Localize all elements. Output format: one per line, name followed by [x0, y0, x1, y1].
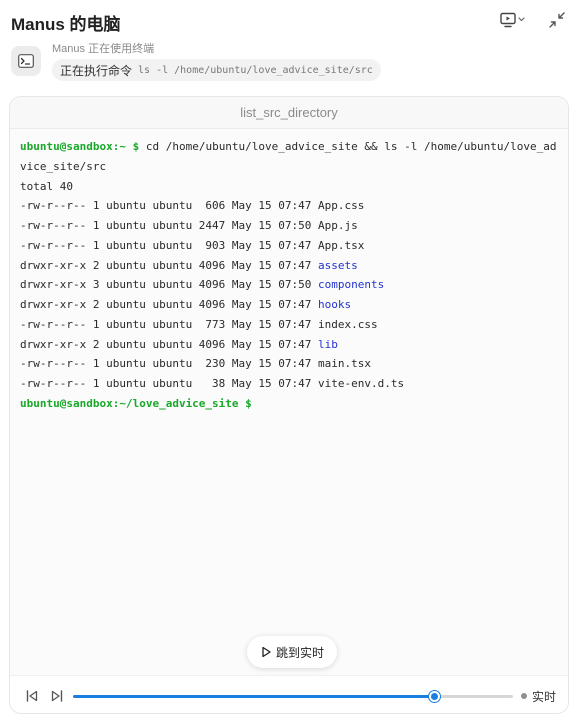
terminal-final-line: ubuntu@sandbox:~/love_advice_site $ — [20, 394, 558, 414]
jump-to-live-button[interactable]: 跳到实时 — [247, 636, 337, 668]
live-status: 实时 — [521, 688, 556, 704]
command-input-text: cd /home/ubuntu/love_advice_site && ls -… — [139, 140, 557, 153]
skip-back-button[interactable] — [24, 688, 40, 704]
screen-view-button[interactable] — [498, 10, 528, 30]
directory-name: hooks — [318, 298, 352, 311]
file-entry-row: -rw-r--r-- 1 ubuntu ubuntu 38 May 15 07:… — [20, 374, 558, 394]
file-name: App.tsx — [318, 238, 365, 252]
collapse-arrows-icon — [549, 12, 565, 28]
monitor-play-icon — [500, 12, 525, 28]
file-entry-row: drwxr-xr-x 2 ubuntu ubuntu 4096 May 15 0… — [20, 256, 558, 276]
file-name: App.css — [318, 199, 365, 213]
file-entry-meta: -rw-r--r-- 1 ubuntu ubuntu 606 May 15 07… — [20, 199, 319, 213]
panel-title: Manus 的电脑 — [11, 15, 121, 34]
file-entry-meta: drwxr-xr-x 2 ubuntu ubuntu 4096 May 15 0… — [20, 337, 319, 351]
skip-back-icon — [26, 690, 38, 702]
file-name: App.js — [318, 219, 358, 232]
playback-bar: 实时 — [10, 675, 568, 713]
jump-to-live-label: 跳到实时 — [275, 645, 324, 660]
directory-name: assets — [318, 258, 358, 272]
file-entry-meta: -rw-r--r-- 1 ubuntu ubuntu 773 May 15 07… — [20, 317, 319, 331]
file-name: vite-env.d.ts — [318, 377, 405, 390]
terminal-output[interactable]: ubuntu@sandbox:~ $ cd /home/ubuntu/love_… — [10, 129, 568, 414]
shell-prompt-cwd: ubuntu@sandbox:~/love_advice_site $ — [20, 396, 252, 410]
file-entry-meta: drwxr-xr-x 2 ubuntu ubuntu 4096 May 15 0… — [20, 258, 319, 272]
progress-thumb[interactable] — [428, 691, 440, 702]
file-name: main.tsx — [318, 357, 371, 371]
progress-fill — [73, 695, 434, 698]
file-entry-row: drwxr-xr-x 2 ubuntu ubuntu 4096 May 15 0… — [20, 335, 558, 355]
command-action-label: 正在执行命令 — [60, 63, 133, 78]
panel-header: Manus 的电脑 — [0, 0, 574, 40]
file-entry-row: -rw-r--r-- 1 ubuntu ubuntu 773 May 15 07… — [20, 315, 558, 335]
terminal-badge — [11, 46, 41, 76]
file-entry-meta: drwxr-xr-x 2 ubuntu ubuntu 4096 May 15 0… — [20, 298, 319, 311]
terminal-command-wrap: vice_site/src — [20, 159, 107, 173]
file-entry-row: drwxr-xr-x 2 ubuntu ubuntu 4096 May 15 0… — [20, 295, 558, 315]
file-listing: -rw-r--r-- 1 ubuntu ubuntu 606 May 15 07… — [20, 196, 558, 394]
live-status-label: 实时 — [532, 689, 557, 704]
terminal-total-line: total 40 — [20, 179, 73, 193]
command-pill[interactable]: 正在执行命令 ls -l /home/ubuntu/love_advice_si… — [52, 59, 381, 81]
file-entry-row: drwxr-xr-x 3 ubuntu ubuntu 4096 May 15 0… — [20, 275, 558, 295]
terminal-icon — [18, 54, 34, 68]
skip-forward-button[interactable] — [49, 688, 65, 704]
terminal-card: list_src_directory ubuntu@sandbox:~ $ cd… — [9, 96, 569, 714]
terminal-title: list_src_directory — [10, 97, 568, 129]
file-entry-row: -rw-r--r-- 1 ubuntu ubuntu 230 May 15 07… — [20, 354, 558, 374]
file-entry-meta: -rw-r--r-- 1 ubuntu ubuntu 38 May 15 07:… — [20, 377, 319, 390]
collapse-button[interactable] — [546, 10, 568, 30]
skip-forward-icon — [51, 690, 63, 702]
file-entry-meta: drwxr-xr-x 3 ubuntu ubuntu 4096 May 15 0… — [20, 278, 319, 292]
file-entry-meta: -rw-r--r-- 1 ubuntu ubuntu 903 May 15 07… — [20, 238, 319, 252]
file-name: index.css — [318, 317, 378, 331]
file-entry-meta: -rw-r--r-- 1 ubuntu ubuntu 2447 May 15 0… — [20, 219, 319, 232]
file-entry-row: -rw-r--r-- 1 ubuntu ubuntu 2447 May 15 0… — [20, 216, 558, 236]
terminal-command-line: ubuntu@sandbox:~ $ cd /home/ubuntu/love_… — [20, 137, 558, 157]
progress-slider[interactable] — [73, 691, 513, 702]
file-entry-row: -rw-r--r-- 1 ubuntu ubuntu 606 May 15 07… — [20, 196, 558, 216]
shell-prompt: ubuntu@sandbox:~ $ — [20, 140, 140, 153]
activity-status: Manus 正在使用终端 — [52, 43, 155, 55]
directory-name: components — [318, 278, 385, 292]
command-text: ls -l /home/ubuntu/love_advice_site/src — [138, 64, 373, 76]
play-icon — [262, 646, 271, 658]
directory-name: lib — [318, 337, 338, 351]
file-entry-meta: -rw-r--r-- 1 ubuntu ubuntu 230 May 15 07… — [20, 357, 319, 371]
live-indicator-dot — [521, 693, 527, 699]
file-entry-row: -rw-r--r-- 1 ubuntu ubuntu 903 May 15 07… — [20, 236, 558, 256]
